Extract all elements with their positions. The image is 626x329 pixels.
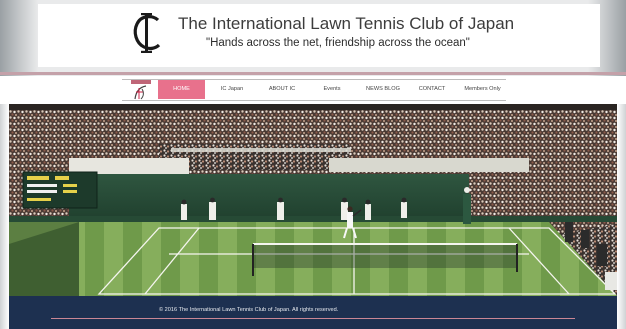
site-title: The International Lawn Tennis Club of Ja… [178, 14, 515, 33]
nav-item-home[interactable]: HOME [158, 80, 205, 99]
nav-item-about-ic[interactable]: ABOUT IC [260, 80, 304, 99]
nav-item-events[interactable]: Events [310, 80, 354, 99]
page-shadow-left [0, 104, 9, 329]
header-divider [0, 72, 626, 75]
nav-item-contact[interactable]: CONTACT [410, 80, 454, 99]
hero-stadium-image [9, 104, 617, 296]
nav-item-news-blog[interactable]: NEWS BLOG [358, 80, 408, 99]
club-crest-icon[interactable] [130, 79, 152, 101]
site-tagline: "Hands across the net, friendship across… [206, 37, 470, 49]
nav-item-members-only[interactable]: Members Only [455, 80, 510, 99]
site-footer: © 2016 The International Lawn Tennis Clu… [9, 296, 617, 329]
ic-monogram-icon[interactable] [131, 10, 163, 56]
footer-divider [51, 318, 575, 319]
nav-item-ic-japan[interactable]: IC Japan [210, 80, 254, 99]
page-shadow-right [617, 104, 626, 329]
nav-bottom-rule [122, 100, 506, 101]
copyright-text: © 2016 The International Lawn Tennis Clu… [159, 307, 339, 313]
